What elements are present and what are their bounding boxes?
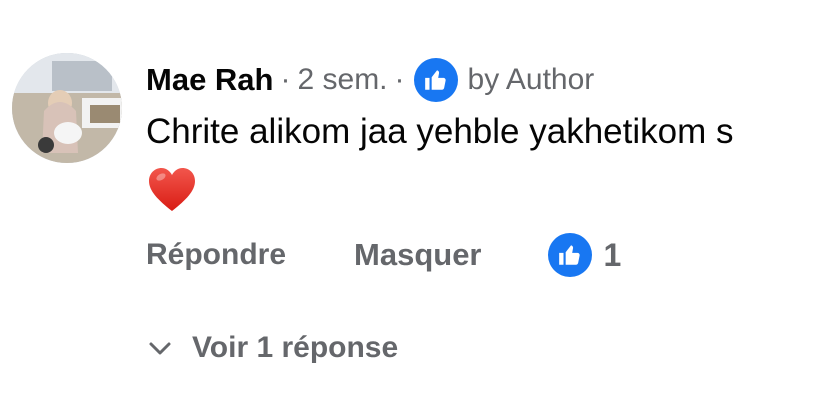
author-name[interactable]: Mae Rah xyxy=(146,62,273,98)
thumbs-up-icon xyxy=(547,233,592,277)
thumbs-up-icon xyxy=(413,58,458,102)
comment-actions: Répondre Masquer 1 xyxy=(146,232,621,278)
hide-button[interactable]: Masquer xyxy=(354,237,481,273)
view-replies-label: Voir 1 réponse xyxy=(192,331,399,364)
reaction-count: 1 xyxy=(603,236,622,273)
comment-text: Chrite alikom jaa yehble yakhetikom s xyxy=(146,112,734,151)
comment-time[interactable]: 2 sem. xyxy=(297,63,387,97)
comment: Mae Rah · 2 sem. · by Author Chrite alik… xyxy=(0,0,832,416)
view-replies-button[interactable]: Voir 1 réponse xyxy=(146,326,398,370)
heart-icon xyxy=(146,164,198,216)
comment-header: Mae Rah · 2 sem. · by Author xyxy=(146,58,594,102)
avatar-photo xyxy=(12,53,122,163)
chevron-down-icon xyxy=(149,342,171,355)
separator-dot: · xyxy=(280,63,291,96)
reaction-summary[interactable]: 1 xyxy=(547,233,622,277)
author-reaction-label: by Author xyxy=(467,63,595,96)
separator-dot: · xyxy=(394,63,405,96)
reply-button[interactable]: Répondre xyxy=(146,238,286,272)
avatar[interactable] xyxy=(12,53,122,163)
